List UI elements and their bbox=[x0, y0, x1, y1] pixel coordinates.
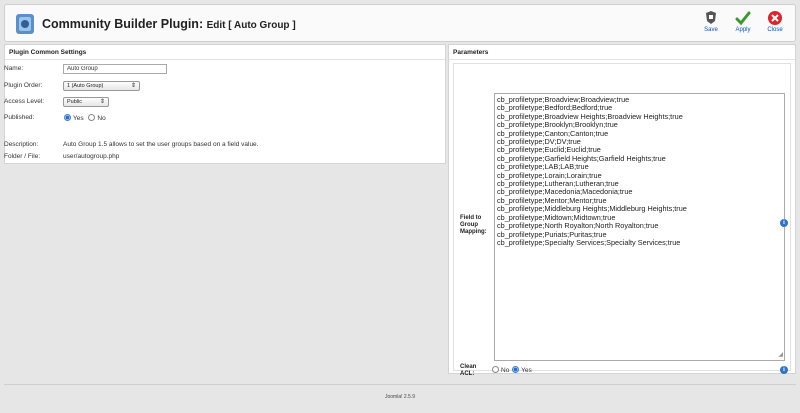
divider bbox=[449, 59, 795, 60]
published-no-radio[interactable] bbox=[88, 114, 96, 121]
divider bbox=[5, 59, 445, 60]
folder-file-value: user/autogroup.php bbox=[63, 153, 120, 160]
chevron-updown-icon: ⇕ bbox=[130, 83, 136, 89]
field-to-group-mapping-textarea[interactable]: cb_profiletype;Broadview;Broadview;true … bbox=[494, 93, 785, 361]
name-input[interactable] bbox=[63, 64, 167, 74]
footer-divider bbox=[4, 384, 796, 385]
resize-grip-icon[interactable]: ◢ bbox=[778, 351, 783, 359]
field-to-group-mapping-label: Field to Group Mapping: bbox=[460, 215, 487, 235]
chevron-updown-icon: ⇕ bbox=[99, 99, 105, 105]
toolbar: Save Apply Close bbox=[695, 10, 791, 38]
clean-acl-radio-group: No Yes bbox=[492, 366, 532, 374]
parameters-title: Parameters bbox=[453, 49, 489, 56]
folder-file-label: Folder / File: bbox=[4, 153, 41, 160]
apply-button[interactable]: Apply bbox=[727, 10, 759, 38]
footer-version: Joomla! 2.5.9 bbox=[384, 394, 416, 400]
name-label: Name: bbox=[4, 65, 24, 72]
save-button[interactable]: Save bbox=[695, 10, 727, 38]
common-settings-title: Plugin Common Settings bbox=[9, 49, 87, 56]
close-button[interactable]: Close bbox=[759, 10, 791, 38]
clean-acl-yes-radio[interactable] bbox=[512, 366, 520, 373]
access-level-select[interactable]: Public ⇕ bbox=[63, 97, 109, 107]
description-value: Auto Group 1.5 allows to set the user gr… bbox=[63, 141, 259, 148]
description-label: Description: bbox=[4, 141, 39, 148]
parameters-panel: Parameters Field to Group Mapping: cb_pr… bbox=[448, 44, 796, 377]
clean-acl-no-radio[interactable] bbox=[492, 366, 499, 373]
page-header: Community Builder Plugin: Edit [ Auto Gr… bbox=[4, 4, 796, 42]
published-radio-group: Yes No bbox=[64, 114, 106, 122]
published-yes-radio[interactable] bbox=[64, 114, 71, 121]
parameters-table: Field to Group Mapping: cb_profiletype;B… bbox=[453, 63, 791, 377]
info-icon[interactable]: i bbox=[780, 219, 788, 227]
save-icon bbox=[706, 11, 716, 24]
apply-icon bbox=[735, 11, 751, 26]
plugin-order-select[interactable]: 1 (Auto Group) ⇕ bbox=[63, 81, 140, 91]
published-label: Published: bbox=[4, 114, 35, 121]
info-icon[interactable]: i bbox=[780, 366, 788, 374]
clean-acl-label: Clean ACL: bbox=[460, 364, 477, 377]
plugin-logo-icon bbox=[16, 14, 34, 34]
access-level-label: Access Level: bbox=[4, 98, 45, 105]
close-icon bbox=[768, 11, 782, 25]
page-title: Community Builder Plugin: Edit [ Auto Gr… bbox=[42, 17, 296, 31]
plugin-order-label: Plugin Order: bbox=[4, 82, 43, 89]
